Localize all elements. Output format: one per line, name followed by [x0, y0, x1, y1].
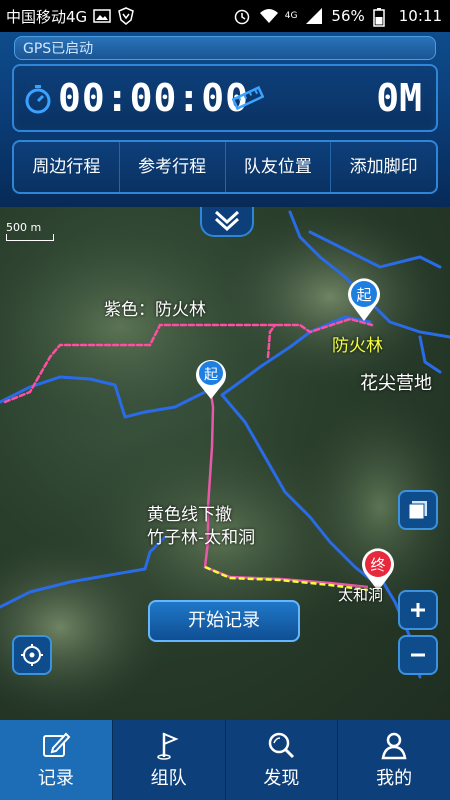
nav-discover-label: 发现: [263, 768, 300, 789]
start-marker-1[interactable]: 起: [346, 277, 382, 327]
layers-icon: [408, 501, 427, 520]
person-icon: [381, 732, 407, 760]
map-view[interactable]: 起 起 终 500 m 紫色：防火林 防火林 花尖营地 黄色线下撤 竹子林-太和…: [0, 207, 450, 720]
minus-icon: [411, 653, 425, 657]
tab-nearby-trips[interactable]: 周边行程: [14, 142, 120, 192]
nav-team-label: 组队: [150, 768, 187, 789]
signal-icon: [305, 7, 323, 25]
track-tabs: 周边行程 参考行程 队友位置 添加脚印: [12, 140, 438, 194]
stopwatch-icon: [24, 84, 52, 118]
tab-teammate-location[interactable]: 队友位置: [226, 142, 332, 192]
collapse-panel-button[interactable]: [200, 207, 254, 237]
gps-status-bar: GPS已启动: [14, 36, 436, 60]
gps-status-text: GPS已启动: [23, 41, 94, 57]
chevron-down-icon: [214, 210, 240, 232]
start-recording-button[interactable]: 开始记录: [148, 600, 300, 642]
label-purple-firebreak: 紫色：防火林: [104, 300, 206, 320]
start-marker-label: 起: [356, 286, 371, 304]
nav-mine-label: 我的: [376, 768, 413, 789]
end-marker-label: 终: [370, 556, 385, 574]
zoom-in-button[interactable]: [398, 590, 438, 630]
nav-mine[interactable]: 我的: [338, 720, 450, 800]
pencil-icon: [42, 732, 71, 757]
nav-team[interactable]: 组队: [113, 720, 226, 800]
battery-icon: [373, 7, 391, 27]
label-taihedong: 太和洞: [338, 586, 384, 604]
elapsed-time: 00:00:00: [58, 76, 250, 120]
label-firebreak: 防火林: [332, 336, 383, 356]
timer-box: 00:00:00 0M: [12, 64, 438, 132]
map-scale-bar: [6, 234, 54, 241]
label-huajian-camp: 花尖营地: [360, 373, 432, 394]
flag-icon: [156, 732, 179, 760]
distance-value: 0M: [376, 76, 422, 120]
ruler-icon: [231, 84, 265, 116]
nav-record[interactable]: 记录: [0, 720, 113, 800]
start-marker-label-2: 起: [204, 367, 218, 383]
image-icon: [93, 7, 111, 25]
start-marker-2[interactable]: 起: [194, 357, 228, 405]
wifi-icon: [259, 7, 278, 25]
zoom-out-button[interactable]: [398, 635, 438, 675]
clock-time: 10:11: [398, 7, 442, 25]
tab-reference-trips[interactable]: 参考行程: [120, 142, 226, 192]
status-bar: 中国移动4G 4G 56% 10:11: [0, 0, 450, 32]
carrier-label: 中国移动4G: [6, 7, 88, 26]
alarm-icon: [233, 7, 251, 25]
target-icon: [21, 644, 43, 666]
map-scale-label: 500 m: [6, 221, 42, 234]
label-yellow-line-2: 竹子林-太和洞: [147, 528, 256, 548]
tab-add-footprint[interactable]: 添加脚印: [331, 142, 436, 192]
nav-record-label: 记录: [37, 768, 74, 789]
layers-button[interactable]: [398, 490, 438, 530]
label-yellow-line-1: 黄色线下撤: [147, 505, 232, 525]
nav-discover[interactable]: 发现: [226, 720, 339, 800]
locate-button[interactable]: [12, 635, 52, 675]
shield-icon: [117, 7, 135, 25]
network-tag: 4G: [284, 11, 298, 21]
search-icon: [269, 732, 295, 759]
plus-icon: [411, 603, 425, 617]
bottom-nav: 记录 组队 发现 我的: [0, 720, 450, 800]
battery-percent: 56%: [331, 7, 365, 25]
map-terrain: [0, 207, 450, 717]
